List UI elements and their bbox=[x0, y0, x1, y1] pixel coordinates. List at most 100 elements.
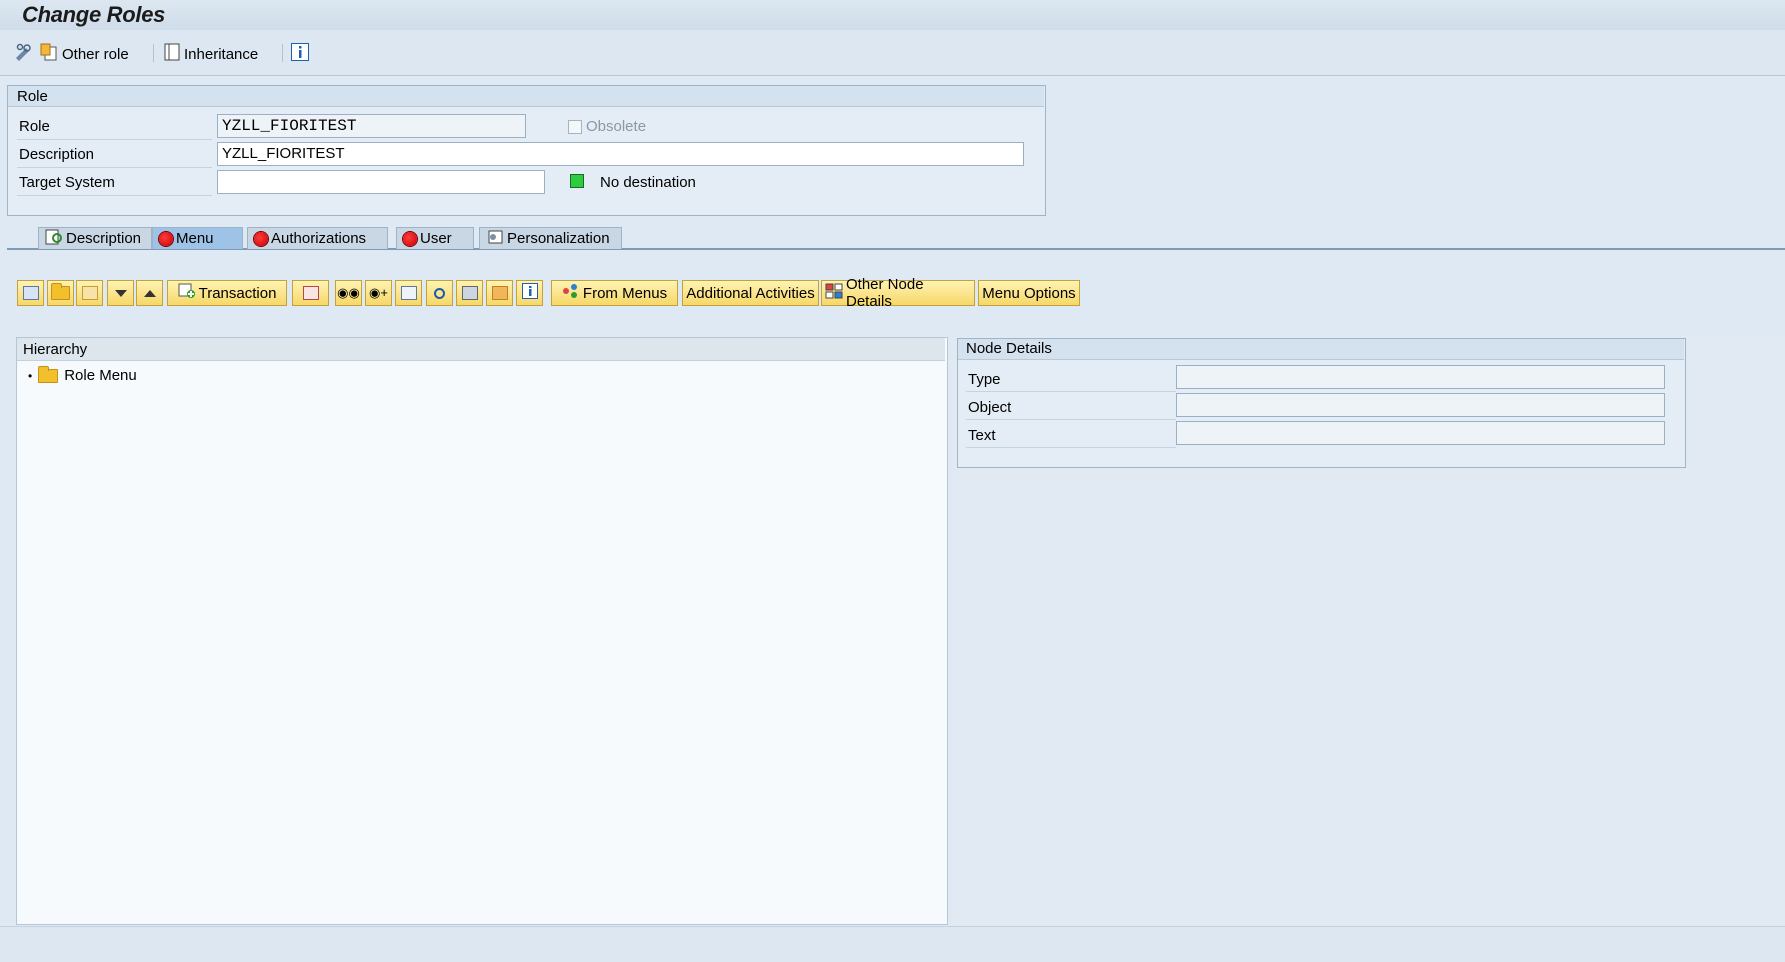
from-menus-button[interactable]: From Menus bbox=[551, 280, 678, 306]
status-light-icon bbox=[570, 174, 584, 188]
page-title: Change Roles bbox=[22, 2, 166, 27]
title-bar bbox=[0, 0, 1785, 30]
create-folder-button[interactable] bbox=[47, 280, 74, 306]
documentation-icon bbox=[491, 286, 508, 300]
inheritance-button[interactable]: Inheritance bbox=[164, 43, 258, 65]
tree-node-role-menu[interactable]: • Role Menu bbox=[28, 365, 137, 384]
delete-node-icon bbox=[302, 286, 319, 300]
tab-user[interactable]: User bbox=[396, 227, 474, 249]
target-system-field[interactable] bbox=[217, 170, 545, 194]
documentation-button[interactable] bbox=[486, 280, 513, 306]
change-node-icon bbox=[81, 286, 98, 300]
tab-menu[interactable]: Menu bbox=[152, 227, 243, 249]
hierarchy-header bbox=[17, 338, 945, 361]
application-toolbar bbox=[0, 30, 1785, 76]
toolbar-separator bbox=[153, 44, 154, 62]
role-field[interactable]: YZLL_FIORITEST bbox=[217, 114, 526, 138]
description-field[interactable]: YZLL_FIORITEST bbox=[217, 142, 1024, 166]
role-group-header bbox=[8, 86, 1044, 107]
inheritance-label: Inheritance bbox=[184, 45, 259, 63]
obsolete-checkbox[interactable] bbox=[568, 120, 582, 134]
display-change-button[interactable] bbox=[14, 43, 34, 65]
label-underline bbox=[17, 195, 212, 196]
toolbar-separator bbox=[282, 44, 283, 62]
printer-icon bbox=[461, 286, 478, 300]
tree-bullet: • bbox=[28, 368, 33, 383]
label-underline bbox=[17, 139, 212, 140]
delete-node-button[interactable] bbox=[292, 280, 329, 306]
label-underline bbox=[966, 419, 1176, 420]
hierarchy-title: Hierarchy bbox=[23, 341, 88, 358]
label-underline bbox=[17, 167, 212, 168]
detail-view-button[interactable] bbox=[426, 280, 453, 306]
other-node-details-label: Other Node Details bbox=[846, 276, 924, 310]
red-status-icon bbox=[254, 231, 268, 246]
object-label: Object bbox=[968, 399, 1012, 416]
move-up-button[interactable] bbox=[136, 280, 163, 306]
additional-activities-label: Additional Activities bbox=[686, 284, 815, 302]
hierarchy-panel bbox=[16, 337, 948, 925]
from-menus-label: From Menus bbox=[582, 284, 668, 302]
text-field[interactable] bbox=[1176, 421, 1665, 445]
target-system-label: Target System bbox=[19, 174, 115, 191]
tab-label: User bbox=[420, 230, 452, 247]
personalization-icon bbox=[486, 229, 504, 249]
magnifier-icon bbox=[434, 287, 445, 299]
folder-icon bbox=[51, 283, 70, 300]
tab-description[interactable]: Description bbox=[38, 227, 152, 249]
binoculars-plus-icon: ◉+ bbox=[369, 285, 388, 300]
move-down-button[interactable] bbox=[107, 280, 134, 306]
pencil-glasses-icon bbox=[14, 43, 34, 65]
menu-options-label: Menu Options bbox=[982, 284, 1076, 302]
information-button[interactable] bbox=[291, 43, 309, 65]
inheritance-icon bbox=[164, 43, 180, 65]
role-group-title: Role bbox=[17, 88, 48, 105]
insert-node-icon bbox=[22, 286, 39, 300]
label-underline bbox=[966, 391, 1176, 392]
obsolete-label: Obsolete bbox=[586, 118, 647, 135]
expand-subtree-button[interactable] bbox=[395, 280, 422, 306]
tab-authorizations[interactable]: Authorizations bbox=[247, 227, 388, 249]
insert-node-button[interactable] bbox=[17, 280, 44, 306]
expand-subtree-icon bbox=[400, 286, 417, 300]
find-button[interactable]: ◉◉ bbox=[335, 280, 362, 306]
tree-node-label: Role Menu bbox=[64, 367, 137, 384]
find-next-button[interactable]: ◉+ bbox=[365, 280, 392, 306]
other-node-details-button[interactable]: Other Node Details bbox=[821, 276, 975, 310]
triangle-down-icon bbox=[114, 289, 127, 297]
description-label: Description bbox=[19, 146, 95, 163]
node-details-icon bbox=[825, 283, 843, 303]
info-icon bbox=[291, 43, 309, 65]
info-node-button[interactable] bbox=[516, 280, 543, 306]
additional-activities-button[interactable]: Additional Activities bbox=[682, 280, 819, 306]
destination-status-text: No destination bbox=[600, 174, 696, 191]
copy-document-icon bbox=[40, 43, 58, 65]
folder-icon bbox=[38, 365, 59, 383]
type-label: Type bbox=[968, 371, 1001, 388]
info-icon bbox=[521, 283, 538, 303]
change-node-button[interactable] bbox=[76, 280, 103, 306]
print-button[interactable] bbox=[456, 280, 483, 306]
menu-options-button[interactable]: Menu Options bbox=[978, 280, 1080, 306]
menu-tree-icon bbox=[562, 283, 580, 303]
type-field[interactable] bbox=[1176, 365, 1665, 389]
other-role-button[interactable]: Other role bbox=[40, 43, 129, 65]
bottom-area bbox=[0, 926, 1785, 962]
label-underline bbox=[966, 447, 1176, 448]
triangle-up-icon bbox=[143, 289, 156, 297]
transaction-button[interactable]: Transaction bbox=[167, 280, 287, 306]
tab-label: Description bbox=[66, 230, 142, 247]
tab-label: Authorizations bbox=[271, 230, 367, 247]
other-role-label: Other role bbox=[62, 45, 129, 63]
red-status-icon bbox=[159, 231, 173, 246]
node-details-header bbox=[958, 339, 1684, 360]
add-transaction-icon bbox=[178, 283, 196, 303]
object-field[interactable] bbox=[1176, 393, 1665, 417]
tab-label: Menu bbox=[176, 230, 214, 247]
description-icon bbox=[45, 229, 63, 249]
role-label: Role bbox=[19, 118, 50, 135]
tab-personalization[interactable]: Personalization bbox=[479, 227, 622, 249]
text-label: Text bbox=[968, 427, 996, 444]
red-status-icon bbox=[403, 231, 417, 246]
binoculars-icon: ◉◉ bbox=[337, 285, 360, 300]
